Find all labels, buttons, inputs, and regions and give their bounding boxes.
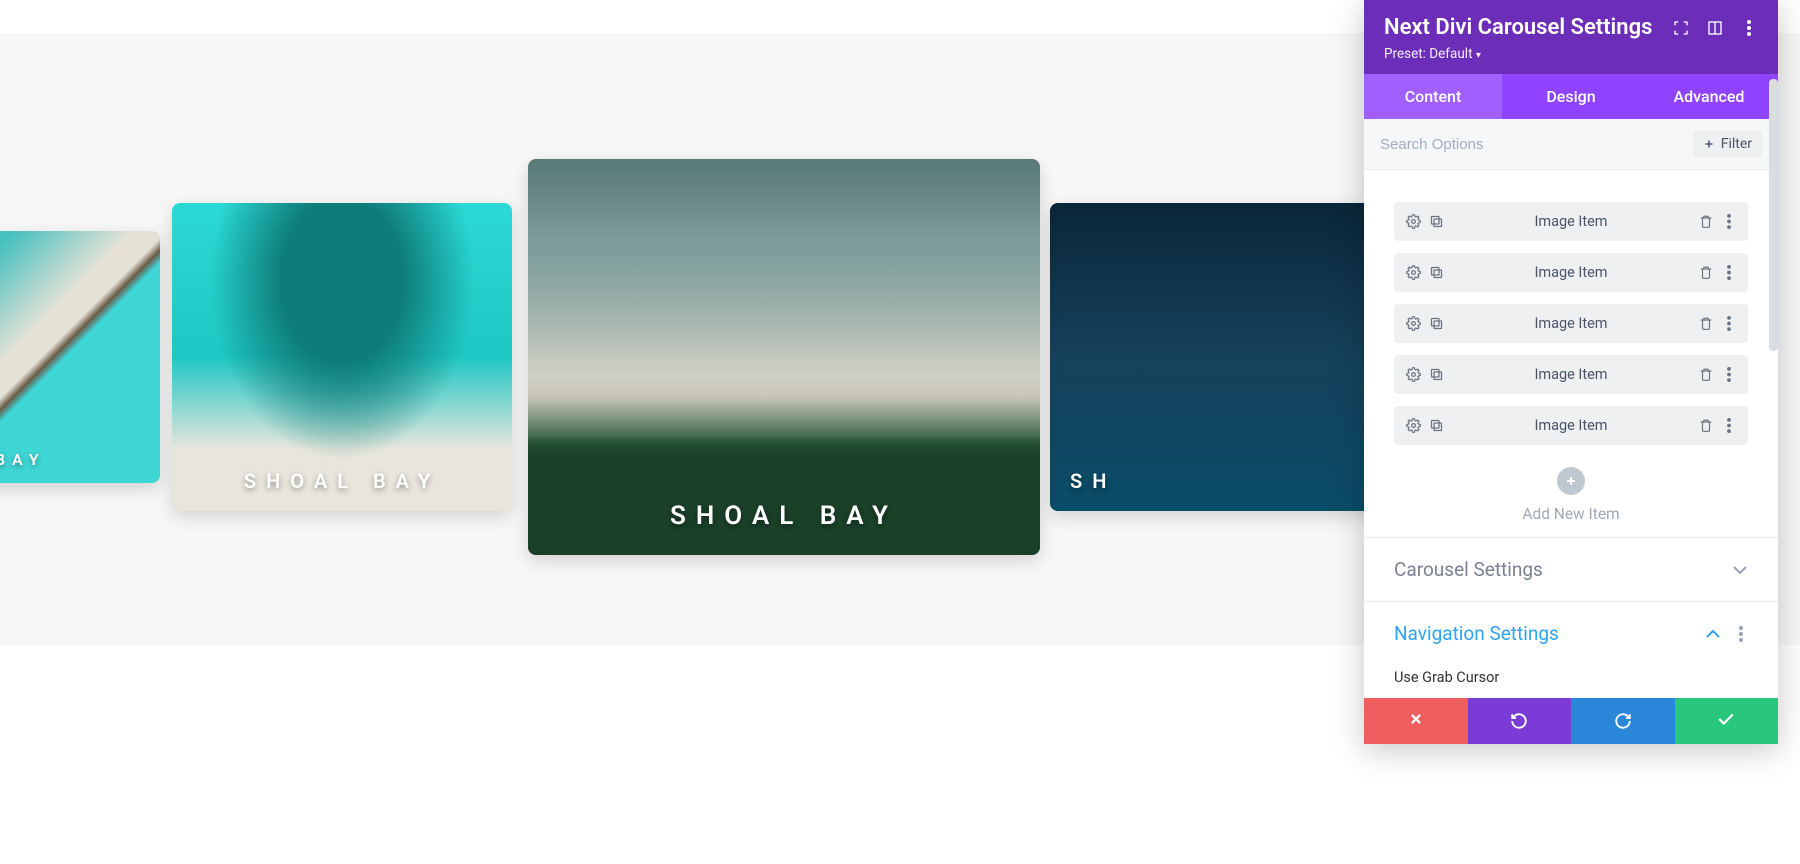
tabs: Content Design Advanced bbox=[1364, 74, 1778, 119]
more-icon[interactable] bbox=[1721, 265, 1736, 280]
trash-icon[interactable] bbox=[1698, 214, 1713, 229]
gear-icon[interactable] bbox=[1406, 367, 1421, 382]
more-icon[interactable] bbox=[1740, 19, 1758, 37]
carousel-slide[interactable]: SHOAL BAY bbox=[172, 203, 512, 511]
navigation-option-grab-cursor: Use Grab Cursor bbox=[1364, 665, 1778, 698]
scrollbar[interactable] bbox=[1769, 79, 1778, 351]
duplicate-icon[interactable] bbox=[1429, 265, 1444, 280]
filter-row: Filter bbox=[1364, 119, 1778, 170]
carousel-slide-active[interactable]: SHOAL BAY bbox=[528, 159, 1040, 555]
more-icon[interactable] bbox=[1721, 316, 1736, 331]
slide-caption: SHOAL BAY bbox=[244, 469, 440, 493]
filter-button[interactable]: Filter bbox=[1693, 131, 1762, 157]
save-button[interactable] bbox=[1675, 698, 1779, 744]
gear-icon[interactable] bbox=[1406, 316, 1421, 331]
snap-icon[interactable] bbox=[1706, 19, 1724, 37]
tab-design[interactable]: Design bbox=[1502, 74, 1640, 119]
slide-caption: SHOAL BAY bbox=[670, 501, 898, 531]
duplicate-icon[interactable] bbox=[1429, 367, 1444, 382]
list-item[interactable]: Image Item bbox=[1394, 406, 1748, 445]
section-navigation-settings[interactable]: Navigation Settings bbox=[1364, 601, 1778, 665]
chevron-up-icon bbox=[1705, 629, 1721, 639]
preset-selector[interactable]: Preset: Default bbox=[1384, 46, 1758, 62]
trash-icon[interactable] bbox=[1698, 418, 1713, 433]
item-label: Image Item bbox=[1444, 366, 1698, 383]
settings-panel: Next Divi Carousel Settings Preset: Defa… bbox=[1364, 0, 1778, 744]
panel-title: Next Divi Carousel Settings bbox=[1384, 15, 1652, 40]
chevron-down-icon bbox=[1732, 565, 1748, 575]
more-icon[interactable] bbox=[1721, 418, 1736, 433]
redo-button[interactable] bbox=[1571, 698, 1675, 744]
item-label: Image Item bbox=[1444, 315, 1698, 332]
more-icon[interactable] bbox=[1721, 214, 1736, 229]
list-item[interactable]: Image Item bbox=[1394, 253, 1748, 292]
more-icon[interactable] bbox=[1733, 626, 1748, 641]
trash-icon[interactable] bbox=[1698, 265, 1713, 280]
tab-advanced[interactable]: Advanced bbox=[1640, 74, 1778, 119]
list-item[interactable]: Image Item bbox=[1394, 355, 1748, 394]
section-carousel-settings[interactable]: Carousel Settings bbox=[1364, 537, 1778, 601]
footer-buttons bbox=[1364, 698, 1778, 744]
panel-header: Next Divi Carousel Settings Preset: Defa… bbox=[1364, 0, 1778, 74]
carousel-slide[interactable]: HOAL BAY bbox=[0, 231, 160, 483]
more-icon[interactable] bbox=[1721, 367, 1736, 382]
items-list: Image Item Image Item bbox=[1364, 170, 1778, 537]
carousel-slide[interactable]: SH bbox=[1050, 203, 1390, 511]
duplicate-icon[interactable] bbox=[1429, 418, 1444, 433]
duplicate-icon[interactable] bbox=[1429, 316, 1444, 331]
search-input[interactable] bbox=[1380, 136, 1693, 153]
list-item[interactable]: Image Item bbox=[1394, 202, 1748, 241]
gear-icon[interactable] bbox=[1406, 418, 1421, 433]
add-block: Add New Item bbox=[1394, 467, 1748, 523]
cancel-button[interactable] bbox=[1364, 698, 1468, 744]
add-new-label: Add New Item bbox=[1394, 505, 1748, 523]
slide-caption: HOAL BAY bbox=[0, 450, 46, 469]
gear-icon[interactable] bbox=[1406, 265, 1421, 280]
list-item[interactable]: Image Item bbox=[1394, 304, 1748, 343]
tab-content[interactable]: Content bbox=[1364, 74, 1502, 119]
gear-icon[interactable] bbox=[1406, 214, 1421, 229]
expand-icon[interactable] bbox=[1672, 19, 1690, 37]
slide-caption: SH bbox=[1070, 469, 1116, 493]
trash-icon[interactable] bbox=[1698, 316, 1713, 331]
item-label: Image Item bbox=[1444, 213, 1698, 230]
item-label: Image Item bbox=[1444, 417, 1698, 434]
duplicate-icon[interactable] bbox=[1429, 214, 1444, 229]
add-new-button[interactable] bbox=[1557, 467, 1585, 495]
undo-button[interactable] bbox=[1468, 698, 1572, 744]
item-label: Image Item bbox=[1444, 264, 1698, 281]
trash-icon[interactable] bbox=[1698, 367, 1713, 382]
